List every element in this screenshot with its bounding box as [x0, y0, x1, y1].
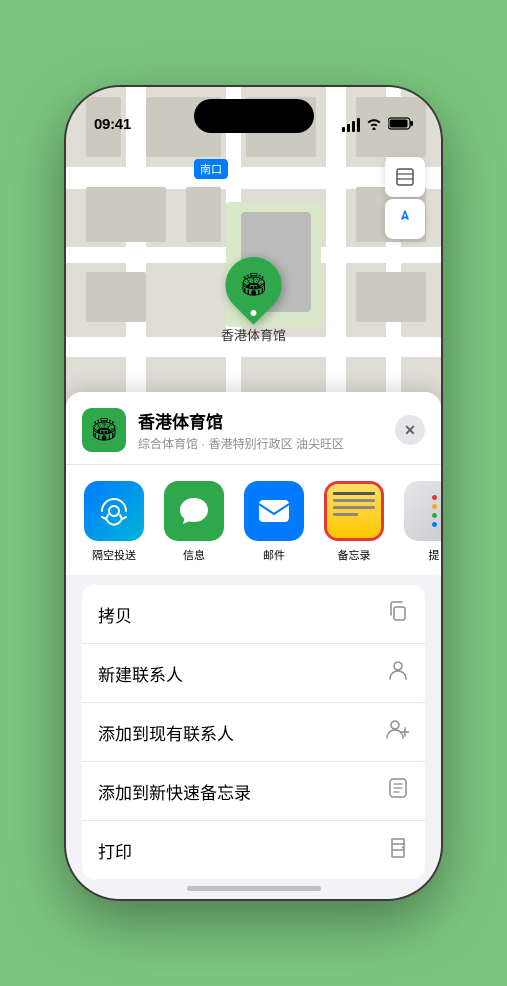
phone-frame: 09:41 — [66, 87, 441, 899]
action-new-contact-label: 新建联系人 — [98, 661, 183, 686]
venue-sub: 综合体育馆 · 香港特别行政区 油尖旺区 — [138, 435, 395, 452]
marker-icon: 🏟 — [240, 272, 268, 298]
mail-icon — [244, 481, 304, 541]
action-print-label: 打印 — [98, 838, 132, 863]
action-print[interactable]: 打印 — [82, 821, 425, 879]
venue-name: 香港体育馆 — [138, 408, 395, 433]
sheet-header: 🏟 香港体育馆 综合体育馆 · 香港特别行政区 油尖旺区 ✕ — [66, 392, 441, 465]
venue-info: 香港体育馆 综合体育馆 · 香港特别行政区 油尖旺区 — [138, 408, 395, 452]
notes-label: 备忘录 — [338, 547, 371, 563]
share-item-airdrop[interactable]: 隔空投送 — [74, 481, 154, 563]
dynamic-island — [194, 99, 314, 133]
share-row: 隔空投送 信息 邮件 — [66, 465, 441, 575]
share-item-mail[interactable]: 邮件 — [234, 481, 314, 563]
mail-label: 邮件 — [263, 547, 285, 563]
person-add-icon — [385, 718, 409, 746]
messages-label: 信息 — [183, 547, 205, 563]
person-icon — [387, 659, 409, 687]
bottom-sheet: 🏟 香港体育馆 综合体育馆 · 香港特别行政区 油尖旺区 ✕ 隔空投送 — [66, 392, 441, 899]
wifi-icon — [366, 117, 382, 133]
status-time: 09:41 — [94, 116, 131, 133]
action-quick-note[interactable]: 添加到新快速备忘录 — [82, 762, 425, 821]
location-button[interactable] — [385, 199, 425, 239]
battery-icon — [388, 117, 413, 133]
messages-icon — [164, 481, 224, 541]
home-indicator — [187, 886, 321, 891]
copy-icon — [387, 600, 409, 628]
action-new-contact[interactable]: 新建联系人 — [82, 644, 425, 703]
action-list: 拷贝 新建联系人 添加到现有联系人 — [82, 585, 425, 879]
more-label: 提 — [429, 547, 440, 563]
status-icons — [342, 117, 413, 133]
action-add-existing[interactable]: 添加到现有联系人 — [82, 703, 425, 762]
close-button[interactable]: ✕ — [395, 415, 425, 445]
map-marker: 🏟 香港体育馆 — [221, 257, 286, 344]
notes-icon — [324, 481, 384, 541]
share-item-more[interactable]: 提 — [394, 481, 441, 563]
map-layers-button[interactable] — [385, 157, 425, 197]
airdrop-icon — [84, 481, 144, 541]
marker-label: 香港体育馆 — [221, 325, 286, 344]
airdrop-label: 隔空投送 — [92, 547, 136, 563]
action-quick-note-label: 添加到新快速备忘录 — [98, 779, 251, 804]
more-icon — [404, 481, 441, 541]
signal-icon — [342, 118, 360, 132]
print-icon — [387, 836, 409, 864]
map-controls — [385, 157, 425, 239]
action-copy[interactable]: 拷贝 — [82, 585, 425, 644]
note-icon — [387, 777, 409, 805]
share-item-notes[interactable]: 备忘录 — [314, 481, 394, 563]
action-copy-label: 拷贝 — [98, 602, 132, 627]
share-item-messages[interactable]: 信息 — [154, 481, 234, 563]
action-add-existing-label: 添加到现有联系人 — [98, 720, 234, 745]
phone-screen: 09:41 — [66, 87, 441, 899]
venue-icon: 🏟 — [82, 408, 126, 452]
map-label: 南口 — [194, 159, 228, 179]
